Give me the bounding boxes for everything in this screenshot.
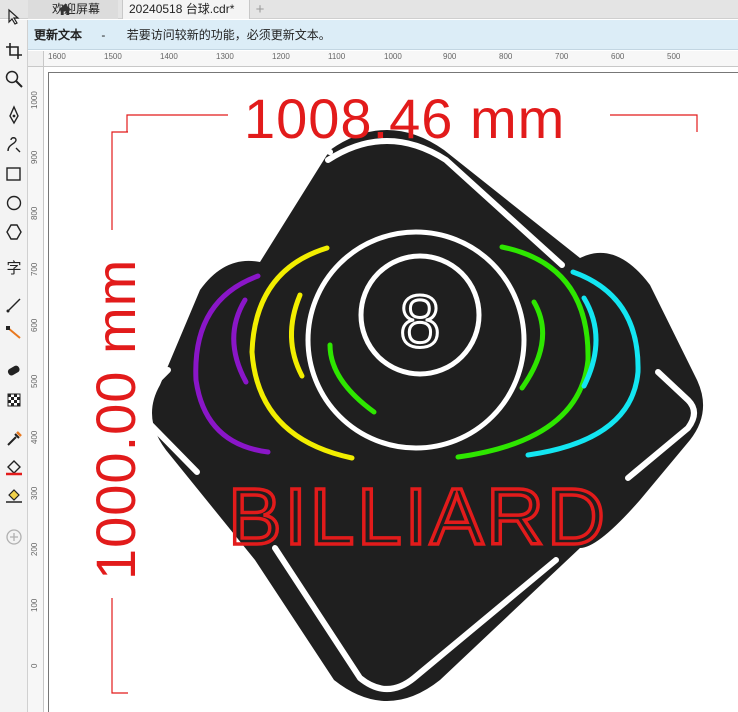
billiard-wordmark: BILLIARD: [228, 472, 608, 561]
width-dimension-label[interactable]: 1008.46 mm: [244, 86, 565, 151]
ball-number: 8: [399, 280, 440, 363]
height-dimension-label[interactable]: 1000.00 mm: [83, 259, 148, 580]
